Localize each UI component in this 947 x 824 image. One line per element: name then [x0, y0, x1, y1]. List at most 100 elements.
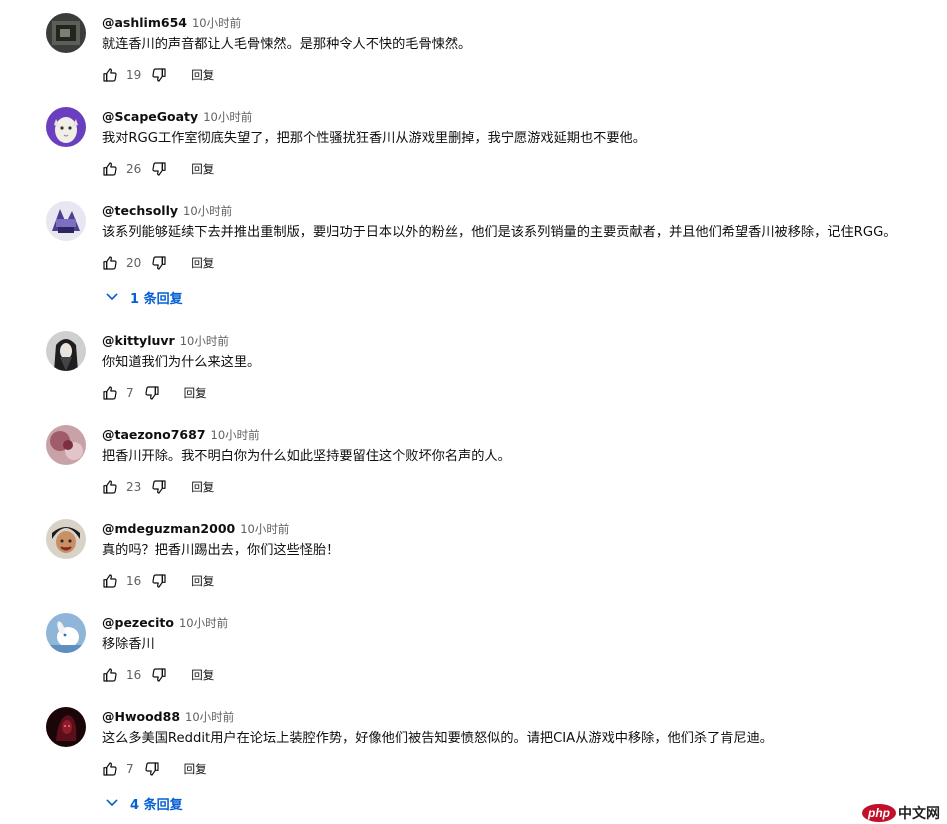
dislike-button[interactable]	[144, 385, 160, 401]
like-button[interactable]	[102, 573, 118, 589]
avatar[interactable]	[46, 613, 86, 653]
avatar[interactable]	[46, 331, 86, 371]
dark-photo-avatar	[46, 13, 86, 53]
portrait-avatar	[46, 331, 86, 371]
comment-thread: @ashlim654 10小时前 就连香川的声音都让人毛骨悚然。是那种令人不快的毛…	[0, 0, 947, 94]
author-name[interactable]: @taezono7687	[102, 427, 206, 442]
avatar[interactable]	[46, 201, 86, 241]
view-replies-button[interactable]: 1 条回复	[104, 286, 183, 308]
comment-actions: 19 回复	[102, 64, 214, 86]
reply-button[interactable]: 回复	[191, 573, 214, 589]
comment-thread: @pezecito 10小时前 移除香川 16 回复	[0, 600, 947, 694]
comment-actions: 23 回复	[102, 476, 214, 498]
thumbs-up-icon	[103, 68, 117, 82]
like-count: 7	[126, 386, 134, 400]
white-creature-avatar	[46, 613, 86, 653]
thumbs-down-icon	[145, 386, 159, 400]
avatar[interactable]	[46, 107, 86, 147]
thumbs-up-icon	[103, 256, 117, 270]
comment-thread: @taezono7687 10小时前 把香川开除。我不明白你为什么如此坚持要留住这…	[0, 412, 947, 506]
dislike-button[interactable]	[151, 67, 167, 83]
like-count: 20	[126, 256, 142, 270]
reply-button[interactable]: 回复	[184, 385, 207, 401]
comment-actions: 26 回复	[102, 158, 214, 180]
site-watermark: php 中文网	[862, 803, 940, 823]
thumbs-up-icon	[103, 480, 117, 494]
thumbs-down-icon	[152, 256, 166, 270]
timestamp[interactable]: 10小时前	[183, 204, 232, 218]
comment-header: @kittyluvr 10小时前	[102, 331, 229, 349]
author-name[interactable]: @pezecito	[102, 615, 174, 630]
timestamp[interactable]: 10小时前	[203, 110, 252, 124]
like-button[interactable]	[102, 479, 118, 495]
like-count: 16	[126, 668, 142, 682]
comment-text: 就连香川的声音都让人毛骨悚然。是那种令人不快的毛骨悚然。	[102, 37, 472, 52]
comment-text: 该系列能够延续下去并推出重制版，要归功于日本以外的粉丝，他们是该系列销量的主要贡…	[102, 225, 897, 240]
timestamp[interactable]: 10小时前	[185, 710, 234, 724]
reply-button[interactable]: 回复	[191, 161, 214, 177]
dislike-button[interactable]	[151, 667, 167, 683]
thumbs-down-icon	[145, 762, 159, 776]
timestamp[interactable]: 10小时前	[211, 428, 260, 442]
comment-thread: @kittyluvr 10小时前 你知道我们为什么来这里。 7 回复	[0, 318, 947, 412]
comment-header: @pezecito 10小时前	[102, 613, 228, 631]
comment-text: 我对RGG工作室彻底失望了，把那个性骚扰狂香川从游戏里删掉，我宁愿游戏延期也不要…	[102, 131, 646, 146]
reply-button[interactable]: 回复	[184, 761, 207, 777]
comment-header: @taezono7687 10小时前	[102, 425, 260, 443]
dislike-button[interactable]	[151, 479, 167, 495]
thumbs-down-icon	[152, 162, 166, 176]
comment-thread: @mdeguzman2000 10小时前 真的吗？把香川踢出去，你们这些怪胎！ 1…	[0, 506, 947, 600]
comment-text: 把香川开除。我不明白你为什么如此坚持要留住这个败坏你名声的人。	[102, 449, 511, 464]
author-name[interactable]: @mdeguzman2000	[102, 521, 235, 536]
reply-button[interactable]: 回复	[191, 667, 214, 683]
dislike-button[interactable]	[151, 255, 167, 271]
timestamp[interactable]: 10小时前	[192, 16, 241, 30]
comment-text: 移除香川	[102, 637, 155, 652]
like-button[interactable]	[102, 667, 118, 683]
thumbs-down-icon	[152, 668, 166, 682]
author-name[interactable]: @kittyluvr	[102, 333, 175, 348]
timestamp[interactable]: 10小时前	[240, 522, 289, 536]
logo-avatar	[46, 201, 86, 241]
comment-thread: @techsolly 10小时前 该系列能够延续下去并推出重制版，要归功于日本以外…	[0, 188, 947, 318]
like-button[interactable]	[102, 761, 118, 777]
like-button[interactable]	[102, 385, 118, 401]
php-logo: php	[862, 804, 896, 822]
comment-actions: 16 回复	[102, 570, 214, 592]
reply-button[interactable]: 回复	[191, 67, 214, 83]
comment-list: @ashlim654 10小时前 就连香川的声音都让人毛骨悚然。是那种令人不快的毛…	[0, 0, 947, 824]
comment-header: @mdeguzman2000 10小时前	[102, 519, 289, 537]
avatar[interactable]	[46, 425, 86, 465]
reply-button[interactable]: 回复	[191, 255, 214, 271]
author-name[interactable]: @ScapeGoaty	[102, 109, 198, 124]
thumbs-up-icon	[103, 574, 117, 588]
thumbs-down-icon	[152, 574, 166, 588]
author-name[interactable]: @Hwood88	[102, 709, 180, 724]
like-button[interactable]	[102, 67, 118, 83]
chevron-down-icon	[106, 293, 118, 300]
like-button[interactable]	[102, 161, 118, 177]
chevron-down-icon	[106, 799, 118, 806]
replies-count-label: 1 条回复	[130, 291, 183, 307]
pink-photo-avatar	[46, 425, 86, 465]
author-name[interactable]: @ashlim654	[102, 15, 187, 30]
goat-avatar	[46, 107, 86, 147]
watermark-text: 中文网	[898, 806, 940, 822]
timestamp[interactable]: 10小时前	[180, 334, 229, 348]
comment-actions: 20 回复	[102, 252, 214, 274]
reply-button[interactable]: 回复	[191, 479, 214, 495]
thumbs-down-icon	[152, 480, 166, 494]
avatar[interactable]	[46, 519, 86, 559]
view-replies-button[interactable]: 4 条回复	[104, 792, 183, 814]
avatar[interactable]	[46, 13, 86, 53]
like-count: 16	[126, 574, 142, 588]
author-name[interactable]: @techsolly	[102, 203, 178, 218]
dislike-button[interactable]	[151, 161, 167, 177]
dislike-button[interactable]	[144, 761, 160, 777]
comment-text: 这么多美国Reddit用户在论坛上装腔作势，好像他们被告知要愤怒似的。请把CIA…	[102, 731, 773, 746]
avatar[interactable]	[46, 707, 86, 747]
timestamp[interactable]: 10小时前	[179, 616, 228, 630]
comment-header: @ScapeGoaty 10小时前	[102, 107, 252, 125]
like-button[interactable]	[102, 255, 118, 271]
dislike-button[interactable]	[151, 573, 167, 589]
